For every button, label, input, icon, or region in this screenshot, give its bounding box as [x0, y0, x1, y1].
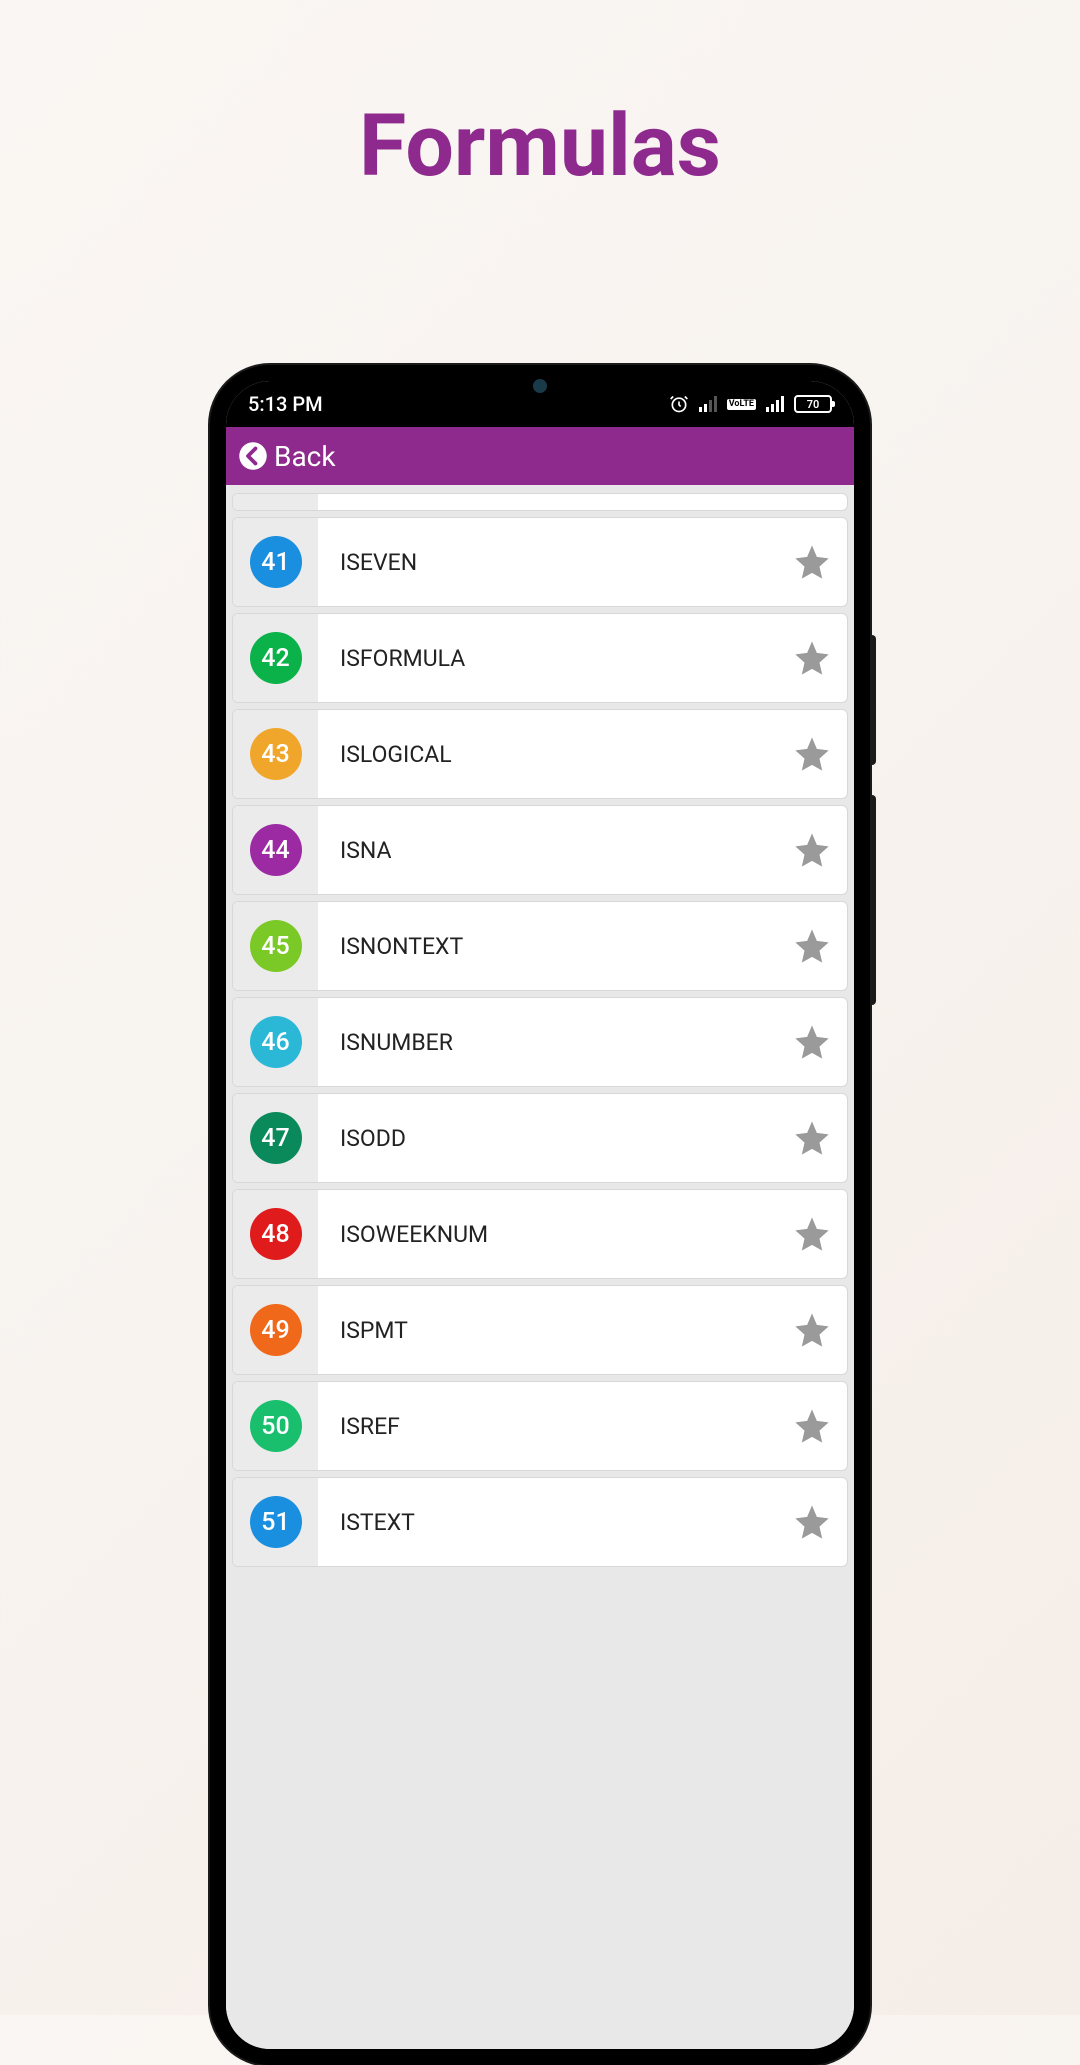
star-icon	[792, 1214, 832, 1254]
formula-name: ISREF	[318, 1413, 777, 1440]
list-item[interactable]: 46 ISNUMBER	[232, 997, 848, 1087]
star-icon	[792, 830, 832, 870]
number-badge: 50	[250, 1400, 302, 1452]
star-icon	[792, 638, 832, 678]
star-icon	[792, 1118, 832, 1158]
number-badge: 51	[250, 1496, 302, 1548]
favorite-button[interactable]	[777, 830, 847, 870]
star-icon	[792, 542, 832, 582]
phone-frame: 5:13 PM VoLTE 70 Back 41 ISEVEN 42 ISFORMUL…	[210, 365, 870, 2065]
favorite-button[interactable]	[777, 734, 847, 774]
back-icon[interactable]	[238, 441, 268, 471]
formula-name: ISLOGICAL	[318, 741, 777, 768]
status-time: 5:13 PM	[248, 392, 323, 416]
favorite-button[interactable]	[777, 1406, 847, 1446]
star-icon	[792, 1406, 832, 1446]
side-button	[870, 635, 876, 765]
star-icon	[792, 1502, 832, 1542]
list-item[interactable]: 50 ISREF	[232, 1381, 848, 1471]
side-button	[870, 795, 876, 1005]
list-item[interactable]: 51 ISTEXT	[232, 1477, 848, 1567]
number-badge: 44	[250, 824, 302, 876]
screen: 5:13 PM VoLTE 70 Back 41 ISEVEN 42 ISFORMUL…	[226, 381, 854, 2049]
formula-name: ISOWEEKNUM	[318, 1221, 777, 1248]
number-cell: 47	[233, 1094, 318, 1182]
number-cell: 51	[233, 1478, 318, 1566]
favorite-button[interactable]	[777, 1310, 847, 1350]
formula-name: ISNUMBER	[318, 1029, 777, 1056]
list-item-partial	[232, 493, 848, 511]
number-badge: 43	[250, 728, 302, 780]
lte-badge: VoLTE	[727, 399, 756, 410]
signal-icon	[766, 396, 784, 412]
favorite-button[interactable]	[777, 1022, 847, 1062]
list-item[interactable]: 41 ISEVEN	[232, 517, 848, 607]
favorite-button[interactable]	[777, 638, 847, 678]
notch	[440, 365, 640, 401]
formula-name: ISNA	[318, 837, 777, 864]
number-cell: 42	[233, 614, 318, 702]
number-cell: 41	[233, 518, 318, 606]
formula-name: ISODD	[318, 1125, 777, 1152]
signal-icon	[699, 396, 717, 412]
formula-name: ISNONTEXT	[318, 933, 777, 960]
number-badge: 46	[250, 1016, 302, 1068]
number-cell: 50	[233, 1382, 318, 1470]
star-icon	[792, 926, 832, 966]
number-cell: 48	[233, 1190, 318, 1278]
favorite-button[interactable]	[777, 1214, 847, 1254]
number-badge: 42	[250, 632, 302, 684]
number-badge: 45	[250, 920, 302, 972]
star-icon	[792, 1310, 832, 1350]
number-badge: 49	[250, 1304, 302, 1356]
favorite-button[interactable]	[777, 1118, 847, 1158]
list-item[interactable]: 43 ISLOGICAL	[232, 709, 848, 799]
list-item[interactable]: 47 ISODD	[232, 1093, 848, 1183]
list-item[interactable]: 48 ISOWEEKNUM	[232, 1189, 848, 1279]
star-icon	[792, 1022, 832, 1062]
number-cell: 49	[233, 1286, 318, 1374]
formula-name: ISPMT	[318, 1317, 777, 1344]
number-cell: 45	[233, 902, 318, 990]
number-cell: 43	[233, 710, 318, 798]
list-item[interactable]: 49 ISPMT	[232, 1285, 848, 1375]
list-item[interactable]: 44 ISNA	[232, 805, 848, 895]
favorite-button[interactable]	[777, 1502, 847, 1542]
back-button[interactable]: Back	[274, 440, 336, 473]
number-cell: 46	[233, 998, 318, 1086]
list-item[interactable]: 45 ISNONTEXT	[232, 901, 848, 991]
number-cell: 44	[233, 806, 318, 894]
formula-name: ISEVEN	[318, 549, 777, 576]
list-item[interactable]: 42 ISFORMULA	[232, 613, 848, 703]
battery-icon: 70	[794, 395, 832, 413]
formula-name: ISFORMULA	[318, 645, 777, 672]
favorite-button[interactable]	[777, 926, 847, 966]
formula-list[interactable]: 41 ISEVEN 42 ISFORMULA 43 ISLOGICAL 44 ISNA 45 IS…	[226, 485, 854, 2049]
number-badge: 41	[250, 536, 302, 588]
page-title: Formulas	[0, 95, 1080, 196]
favorite-button[interactable]	[777, 542, 847, 582]
number-badge: 47	[250, 1112, 302, 1164]
app-bar: Back	[226, 427, 854, 485]
alarm-icon	[669, 394, 689, 414]
formula-name: ISTEXT	[318, 1509, 777, 1536]
star-icon	[792, 734, 832, 774]
number-badge: 48	[250, 1208, 302, 1260]
